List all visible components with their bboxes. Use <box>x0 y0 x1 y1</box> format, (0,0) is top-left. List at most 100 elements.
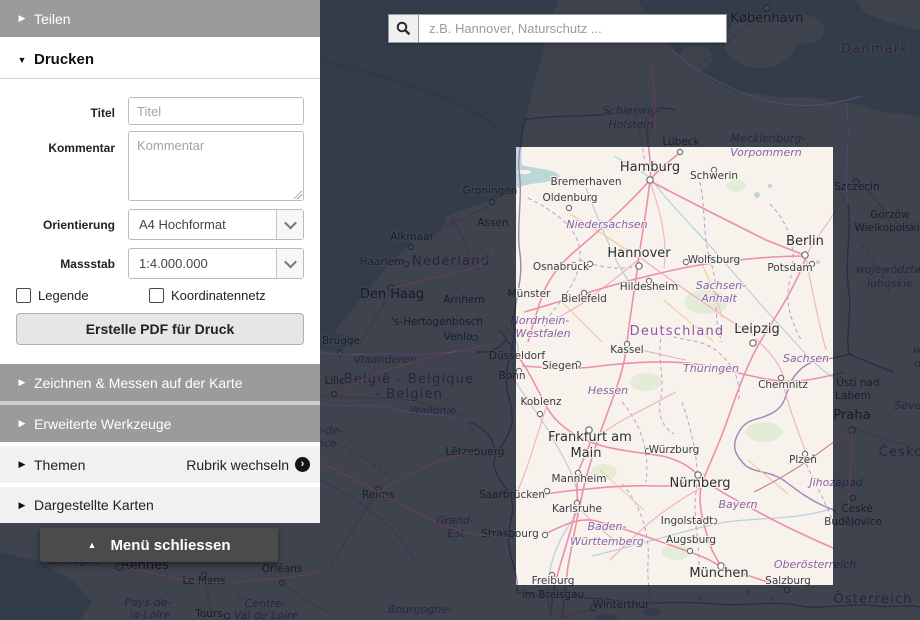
select-dropdown-button[interactable] <box>276 249 303 278</box>
map-label: Chemnitz <box>758 379 808 391</box>
map-label: Nürnberg <box>670 476 731 491</box>
kommentar-label: Kommentar <box>0 141 115 155</box>
map-city-marker <box>544 488 549 493</box>
chevron-right-icon: ▶ <box>10 377 34 388</box>
map-label: Sachsen- <box>696 279 746 292</box>
map-label: Baden- <box>588 520 627 533</box>
legende-label: Legende <box>38 288 89 303</box>
massstab-value: 1:4.000.000 <box>129 256 276 271</box>
kommentar-textarea[interactable] <box>128 131 304 201</box>
koordinatennetz-label: Koordinatennetz <box>171 288 266 303</box>
chevron-up-icon: ▲ <box>88 540 97 550</box>
map-label: Thüringen <box>683 362 739 375</box>
accordion-drucken-label: Drucken <box>34 51 94 68</box>
accordion-zeichnen-messen[interactable]: ▶ Zeichnen & Messen auf der Karte <box>0 364 320 401</box>
map-label: Siegen <box>542 360 578 372</box>
map-city-marker <box>802 252 808 258</box>
map-label: Berlin <box>786 234 824 249</box>
map-label: Augsburg <box>666 534 716 546</box>
chevron-down-icon: ▼ <box>10 55 34 65</box>
map-label: Leipzig <box>734 322 780 337</box>
map-label: Würzburg <box>649 444 700 456</box>
search-button[interactable] <box>388 14 419 43</box>
accordion-themen[interactable]: ▶ Themen Rubrik wechseln › <box>0 446 320 483</box>
accordion-drucken[interactable]: ▼ Drucken <box>0 41 320 79</box>
accordion-erweiterte-label: Erweiterte Werkzeuge <box>34 416 171 432</box>
menu-close-label: Menü schliessen <box>110 537 230 554</box>
map-label: Württemberg <box>570 535 644 548</box>
accordion-erweiterte-werkzeuge[interactable]: ▶ Erweiterte Werkzeuge <box>0 405 320 442</box>
legende-checkbox[interactable] <box>16 288 31 303</box>
map-city-marker <box>636 263 642 269</box>
arrow-right-circle-icon: › <box>295 457 310 472</box>
map-label: Hildesheim <box>620 281 679 293</box>
map-label: Bielefeld <box>561 293 607 305</box>
map-label: Anhalt <box>700 292 737 305</box>
chevron-right-icon: ▶ <box>10 500 34 511</box>
accordion-themen-label: Themen <box>34 457 85 473</box>
map-city-marker <box>750 340 756 346</box>
accordion-dargestellte-label: Dargestellte Karten <box>34 497 154 513</box>
map-label: Mannheim <box>551 473 606 485</box>
map-city-marker <box>586 427 592 433</box>
search-bar <box>388 14 727 43</box>
resize-grip-icon[interactable] <box>293 190 302 199</box>
rubrik-wechseln-link[interactable]: Rubrik wechseln › <box>186 457 310 473</box>
orientierung-select[interactable]: A4 Hochformat <box>128 209 304 240</box>
map-label: Vorpommern <box>730 146 802 159</box>
accordion-teilen-label: Teilen <box>34 11 71 27</box>
accordion-teilen[interactable]: ▶ Teilen <box>0 0 320 37</box>
orientierung-value: A4 Hochformat <box>129 217 276 232</box>
map-label: Westfalen <box>515 327 570 340</box>
create-pdf-button[interactable]: Erstelle PDF für Druck <box>16 313 304 345</box>
map-label: Nordrhein- <box>511 314 570 327</box>
map-label: Deutschland <box>630 324 725 339</box>
chevron-right-icon: ▶ <box>10 13 34 24</box>
map-label: München <box>689 566 748 581</box>
rubrik-wechseln-label: Rubrik wechseln <box>186 457 289 473</box>
legende-checkbox-row[interactable]: Legende <box>16 288 89 303</box>
map-city-marker <box>687 548 692 553</box>
koordinatennetz-checkbox[interactable] <box>149 288 164 303</box>
map-label: Schwerin <box>690 170 738 182</box>
map-city-marker <box>566 205 571 210</box>
map-label: Potsdam <box>767 262 812 274</box>
search-icon <box>396 21 411 36</box>
select-dropdown-button[interactable] <box>276 210 303 239</box>
chevron-down-icon <box>284 256 297 269</box>
chevron-right-icon: ▶ <box>10 418 34 429</box>
koordinatennetz-checkbox-row[interactable]: Koordinatennetz <box>149 288 266 303</box>
map-label: Osnabrück <box>533 261 590 273</box>
map-label: Hessen <box>588 384 628 397</box>
map-city-marker <box>647 177 653 183</box>
search-input[interactable] <box>419 14 727 43</box>
map-label: Hannover <box>607 246 671 261</box>
accordion-dargestellte-karten[interactable]: ▶ Dargestellte Karten <box>0 487 320 523</box>
chevron-down-icon <box>284 217 297 230</box>
massstab-label: Massstab <box>0 257 115 271</box>
map-label: Niedersachsen <box>566 218 647 231</box>
map-city-marker <box>537 411 542 416</box>
map-label: Karlsruhe <box>552 503 602 515</box>
chevron-right-icon: ▶ <box>10 459 34 470</box>
massstab-select[interactable]: 1:4.000.000 <box>128 248 304 279</box>
map-label: Sachsen <box>783 352 829 365</box>
menu-close-button[interactable]: ▲ Menü schliessen <box>40 528 278 562</box>
sidebar-panel: ▶ Teilen ▼ Drucken Titel Kommentar Orien… <box>0 0 320 523</box>
orientierung-label: Orientierung <box>0 218 115 232</box>
titel-label: Titel <box>0 106 115 120</box>
map-label: Main <box>570 446 601 461</box>
accordion-zeichnen-label: Zeichnen & Messen auf der Karte <box>34 375 243 391</box>
map-label: Koblenz <box>521 396 562 408</box>
titel-input[interactable] <box>128 97 304 125</box>
map-city-marker <box>677 149 682 154</box>
map-label: Bremerhaven <box>551 176 622 188</box>
map-label: Oldenburg <box>542 192 597 204</box>
map-label: Bayern <box>718 498 757 511</box>
map-label: Kassel <box>610 344 643 356</box>
map-label: Wolfsburg <box>688 254 740 266</box>
map-label: Ingolstadt <box>661 515 714 527</box>
map-label: Hamburg <box>620 160 680 175</box>
map-city-marker <box>542 532 547 537</box>
app-window: HamburgBremerhaven Schwerin Oldenburg Niede… <box>0 0 920 620</box>
